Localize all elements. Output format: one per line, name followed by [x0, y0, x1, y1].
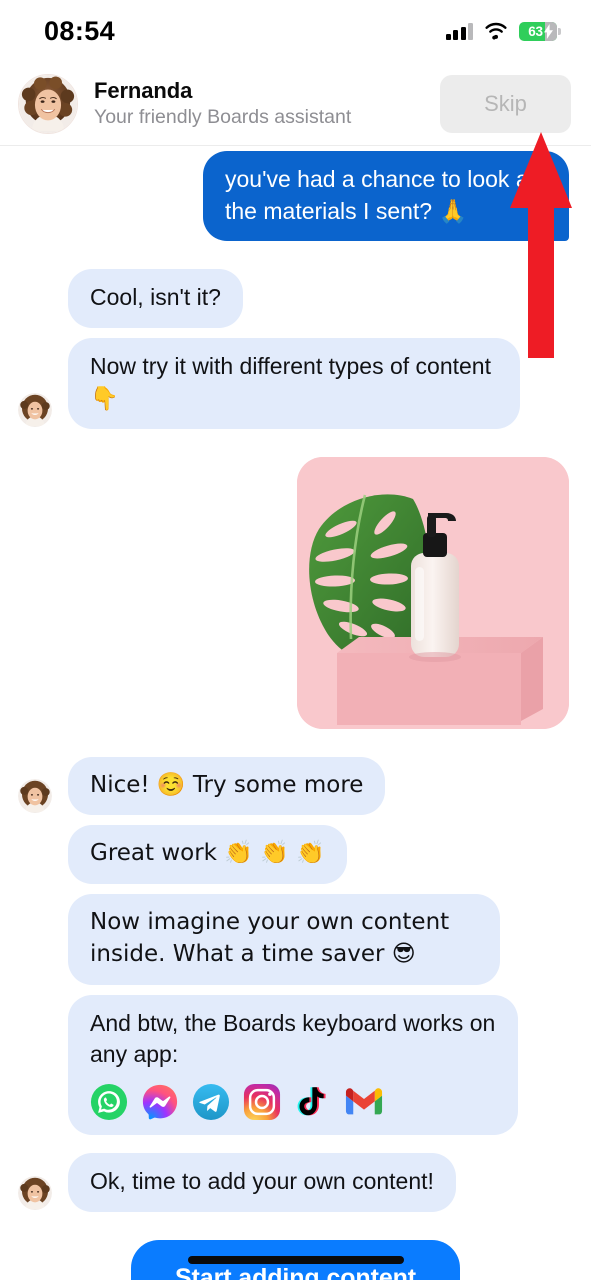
- battery-charging-bolt-icon: [544, 23, 553, 39]
- message-row-incoming: Now try it with different types of conte…: [0, 338, 591, 429]
- message-bubble-incoming[interactable]: Now imagine your own content inside. Wha…: [68, 894, 500, 985]
- avatar-gutter: [18, 779, 60, 815]
- avatar: [18, 1175, 52, 1210]
- message-bubble-incoming[interactable]: Nice! ☺️ Try some more: [68, 756, 386, 816]
- message-text: And btw, the Boards keyboard works on an…: [90, 1009, 496, 1068]
- message-bubble-incoming[interactable]: Great work 👏 👏 👏: [68, 825, 347, 885]
- assistant-header: Fernanda Your friendly Boards assistant …: [0, 62, 591, 146]
- status-bar-indicators: 63: [445, 21, 561, 41]
- cellular-signal-icon: [445, 23, 473, 40]
- message-bubble-incoming[interactable]: Cool, isn't it?: [68, 269, 243, 329]
- message-row-incoming: Nice! ☺️ Try some more: [0, 756, 591, 816]
- wifi-icon: [485, 22, 507, 40]
- assistant-name: Fernanda: [94, 77, 193, 103]
- message-bubble-incoming[interactable]: Ok, time to add your own content!: [68, 1153, 456, 1212]
- telegram-icon[interactable]: [192, 1083, 230, 1121]
- tiktok-icon[interactable]: [294, 1083, 332, 1121]
- message-bubble-incoming-apps[interactable]: And btw, the Boards keyboard works on an…: [68, 994, 518, 1136]
- message-row-incoming: Now imagine your own content inside. Wha…: [0, 894, 591, 985]
- avatar: [18, 779, 52, 814]
- message-row-incoming: Ok, time to add your own content!: [0, 1153, 591, 1212]
- phone-screen: 08:54 63 Fernanda Your friendly Boards a…: [0, 0, 591, 1280]
- gmail-icon[interactable]: [345, 1083, 383, 1121]
- supported-apps-row: [90, 1083, 496, 1121]
- avatar: [18, 73, 78, 134]
- message-row-incoming: Cool, isn't it?: [0, 269, 591, 329]
- skip-button[interactable]: Skip: [440, 74, 571, 133]
- message-row-incoming: And btw, the Boards keyboard works on an…: [0, 994, 591, 1136]
- message-row-incoming: Great work 👏 👏 👏: [0, 825, 591, 885]
- messenger-icon[interactable]: [141, 1083, 179, 1121]
- battery-nub: [558, 27, 561, 35]
- status-bar: 08:54 63: [0, 0, 591, 62]
- avatar-gutter: [18, 1175, 60, 1212]
- message-row-media: [0, 456, 591, 729]
- battery-percent-label: 63: [528, 23, 543, 39]
- avatar-gutter: [18, 392, 60, 429]
- product-image-attachment[interactable]: [297, 456, 569, 729]
- battery-icon: 63: [519, 21, 561, 41]
- instagram-icon[interactable]: [243, 1083, 281, 1121]
- message-bubble-outgoing[interactable]: you've had a chance to look at the mater…: [203, 151, 569, 242]
- message-bubble-incoming[interactable]: Now try it with different types of conte…: [68, 338, 520, 429]
- avatar: [18, 392, 52, 427]
- status-bar-time: 08:54: [44, 15, 116, 46]
- home-indicator[interactable]: [187, 1256, 404, 1264]
- message-row-outgoing: you've had a chance to look at the mater…: [0, 151, 591, 242]
- assistant-subtitle: Your friendly Boards assistant: [94, 106, 352, 129]
- assistant-identity: Fernanda Your friendly Boards assistant: [94, 77, 440, 131]
- conversation-list[interactable]: you've had a chance to look at the mater…: [0, 147, 591, 1280]
- whatsapp-icon[interactable]: [90, 1083, 128, 1121]
